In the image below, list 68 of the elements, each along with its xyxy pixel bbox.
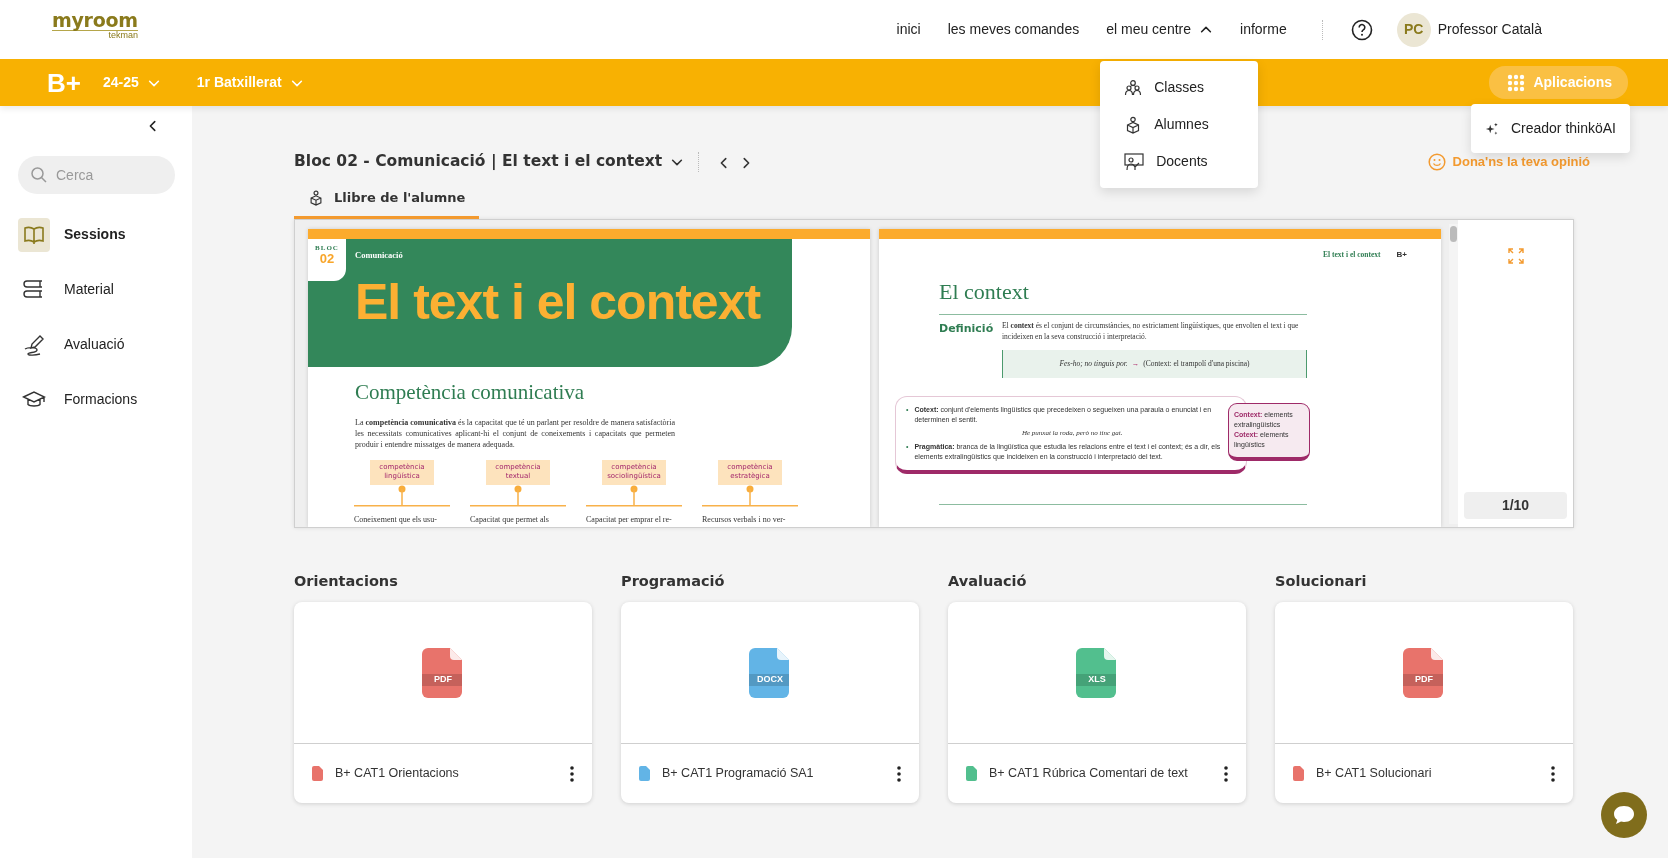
book-icon: [23, 224, 45, 245]
brand-logo: B+: [1396, 248, 1407, 261]
grid-icon: [1507, 73, 1526, 92]
paragraph: Coneixement que els usu-: [354, 513, 438, 526]
file-card[interactable]: PDF B+ CAT1 Orientacions: [294, 602, 592, 804]
section-heading: Avaluació: [948, 571, 1028, 591]
file-type-label: XLS: [1087, 674, 1107, 684]
section-heading: Orientacions: [294, 571, 399, 591]
search-field[interactable]: Cerca: [18, 156, 175, 194]
more-icon: [897, 766, 901, 782]
search-icon: [30, 166, 48, 184]
chat-icon: [1612, 804, 1636, 826]
pen-icon: [22, 333, 46, 356]
graduation-cap-icon: [22, 389, 46, 410]
sidebar-item[interactable]: Material: [0, 262, 192, 317]
help-icon[interactable]: [1350, 18, 1373, 41]
paragraph: La competència comunicativa és la capacitat que té un parlant per resoldre de manera satisfactòria les necessitats comunicatives aplicant-hi el conjunt de coneixements i capacitats que permeten produir i entendre missatges de manera adequada.: [355, 418, 675, 451]
file-type-label: PDF: [433, 674, 453, 684]
logo[interactable]: myroom: [52, 10, 138, 30]
section-heading: Programació: [621, 571, 726, 591]
chat-button[interactable]: [1601, 792, 1647, 838]
smiley-icon: [1427, 152, 1446, 171]
user-name[interactable]: Professor Català: [1437, 19, 1542, 40]
section-heading: Solucionari: [1275, 571, 1368, 591]
scrollbar[interactable]: [1449, 223, 1458, 524]
nav-dropdown[interactable]: el meu centre: [1106, 19, 1214, 40]
file-name: B+ CAT1 Solucionari: [1316, 765, 1433, 781]
more-icon: [1551, 766, 1555, 782]
paragraph: Capacitat per emprar el re-: [586, 513, 673, 526]
books-icon: [23, 278, 45, 301]
file-type-label: DOCX: [756, 674, 784, 684]
section-label: Comunicació: [355, 248, 404, 262]
group-icon: [1124, 78, 1143, 97]
unit-selector[interactable]: Bloc 02 - Comunicació | El text i el context: [294, 150, 685, 174]
menu-item[interactable]: Docents: [1100, 143, 1259, 180]
file-icon: [1076, 645, 1118, 700]
paragraph: Recursos verbals i no ver-: [702, 513, 787, 526]
menu-item[interactable]: Classes: [1100, 69, 1259, 106]
expand-icon: [1506, 247, 1525, 266]
file-card[interactable]: DOCX B+ CAT1 Programació SA1: [621, 602, 919, 804]
more-icon: [1224, 766, 1228, 782]
file-name: B+ CAT1 Orientacions: [335, 765, 460, 781]
logo-subtitle: tekman: [52, 29, 138, 41]
nav-link[interactable]: les meves comandes: [947, 19, 1080, 40]
sidebar-item[interactable]: Sessions: [0, 207, 192, 262]
chapter-title: El text i el context: [355, 277, 762, 328]
menu-item[interactable]: Creador thinköAI: [1471, 110, 1630, 147]
student-icon: [308, 189, 324, 206]
menu-item[interactable]: Alumnes: [1100, 106, 1259, 143]
teacher-icon: [1124, 152, 1145, 171]
page-counter: 1/10: [1464, 491, 1567, 519]
file-name: B+ CAT1 Programació SA1: [662, 765, 815, 781]
paragraph: Capacitat que permet als: [470, 513, 550, 526]
file-type-label: PDF: [1414, 674, 1434, 684]
more-icon: [570, 766, 574, 782]
file-icon: [422, 645, 464, 700]
file-name: B+ CAT1 Rúbrica Comentari de text: [989, 765, 1189, 781]
sidebar-item[interactable]: Avaluació: [0, 317, 192, 372]
page-title: El context: [939, 277, 1030, 306]
definition-label: Definició: [939, 321, 995, 337]
nav-link[interactable]: informe: [1240, 19, 1287, 40]
file-card[interactable]: XLS B+ CAT1 Rúbrica Comentari de text: [948, 602, 1246, 804]
file-card[interactable]: PDF B+ CAT1 Solucionari: [1275, 602, 1573, 804]
nav-link[interactable]: inici: [896, 19, 921, 40]
section-heading: Competència comunicativa: [355, 378, 586, 406]
sidebar-item[interactable]: Formacions: [0, 372, 192, 427]
file-icon: [749, 645, 791, 700]
file-icon: [1403, 645, 1445, 700]
